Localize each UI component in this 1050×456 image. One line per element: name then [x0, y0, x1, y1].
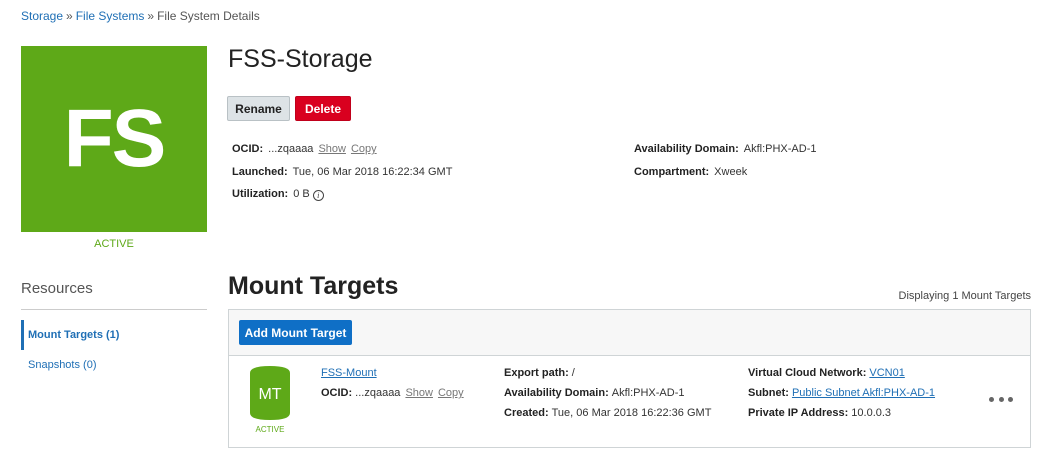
mount-target-ocid-value: ...zqaaaa [355, 387, 401, 399]
ocid-row: OCID: ...zqaaaa Show Copy [232, 143, 377, 155]
compartment-label: Compartment: [634, 166, 710, 178]
mount-targets-table: Add Mount Target MT ACTIVE FSS-Mount OCI… [228, 309, 1031, 448]
mount-target-ocid-show-link[interactable]: Show [405, 387, 433, 399]
availability-domain-row: Availability Domain: Akfl:PHX-AD-1 [634, 143, 816, 155]
private-ip-label: Private IP Address: [748, 407, 849, 419]
rename-button[interactable]: Rename [227, 96, 290, 121]
mount-target-name-cell: FSS-Mount [321, 367, 377, 379]
mount-target-name-link[interactable]: FSS-Mount [321, 367, 377, 379]
ocid-copy-link[interactable]: Copy [351, 143, 377, 155]
vcn-link[interactable]: VCN01 [869, 367, 904, 379]
availability-domain-value: Akfl:PHX-AD-1 [743, 143, 817, 155]
breadcrumb: Storage» File Systems» File System Details [21, 9, 260, 23]
mount-target-icon-text: MT [258, 386, 281, 403]
mount-target-ocid-copy-link[interactable]: Copy [438, 387, 464, 399]
mount-target-availability-domain-label: Availability Domain: [504, 387, 609, 399]
mount-target-status-badge: ACTIVE [255, 425, 285, 434]
availability-domain-label: Availability Domain: [634, 143, 739, 155]
ocid-show-link[interactable]: Show [318, 143, 346, 155]
private-ip-value: 10.0.0.3 [851, 407, 892, 419]
more-actions-icon[interactable] [989, 392, 1013, 406]
breadcrumb-file-systems-link[interactable]: File Systems [76, 9, 145, 23]
vcn-label: Virtual Cloud Network: [748, 367, 867, 379]
export-path-value: / [571, 367, 575, 379]
mount-targets-toolbar: Add Mount Target [229, 310, 1030, 356]
launched-row: Launched: Tue, 06 Mar 2018 16:22:34 GMT [232, 166, 452, 178]
launched-label: Launched: [232, 166, 288, 178]
mount-target-ocid-label: OCID: [321, 387, 353, 399]
subnet-link[interactable]: Public Subnet Akfl:PHX-AD-1 [792, 387, 935, 399]
utilization-label: Utilization: [232, 188, 289, 200]
export-path-cell: Export path: / [504, 367, 575, 379]
mount-target-created-value: Tue, 06 Mar 2018 16:22:36 GMT [551, 407, 712, 419]
page-title: FSS-Storage [228, 45, 373, 73]
launched-value: Tue, 06 Mar 2018 16:22:34 GMT [292, 166, 453, 178]
file-system-icon: FS [21, 46, 207, 232]
mount-target-ocid-cell: OCID: ...zqaaaa Show Copy [321, 387, 464, 399]
mount-target-availability-domain-cell: Availability Domain: Akfl:PHX-AD-1 [504, 387, 684, 399]
breadcrumb-separator: » [66, 9, 73, 23]
mount-target-icon: MT [250, 366, 290, 420]
file-system-icon-text: FS [63, 93, 167, 184]
utilization-value: 0 B [293, 188, 310, 200]
file-system-status-badge: ACTIVE [94, 238, 134, 250]
mount-target-created-label: Created: [504, 407, 549, 419]
info-icon[interactable]: i [312, 190, 324, 201]
mount-targets-count: Displaying 1 Mount Targets [898, 290, 1031, 302]
breadcrumb-storage-link[interactable]: Storage [21, 9, 63, 23]
sidebar-item-mount-targets[interactable]: Mount Targets (1) [21, 320, 207, 350]
utilization-row: Utilization: 0 Bi [232, 188, 324, 201]
export-path-label: Export path: [504, 367, 569, 379]
vcn-cell: Virtual Cloud Network: VCN01 [748, 367, 905, 379]
private-ip-cell: Private IP Address: 10.0.0.3 [748, 407, 891, 419]
mount-target-availability-domain-value: Akfl:PHX-AD-1 [611, 387, 685, 399]
mount-target-created-cell: Created: Tue, 06 Mar 2018 16:22:36 GMT [504, 407, 711, 419]
ocid-label: OCID: [232, 143, 264, 155]
delete-button[interactable]: Delete [295, 96, 351, 121]
ocid-value: ...zqaaaa [268, 143, 314, 155]
divider [21, 309, 207, 310]
breadcrumb-current: File System Details [157, 9, 260, 23]
add-mount-target-button[interactable]: Add Mount Target [239, 320, 352, 345]
subnet-cell: Subnet: Public Subnet Akfl:PHX-AD-1 [748, 387, 935, 399]
mount-targets-heading: Mount Targets [228, 272, 399, 300]
resources-heading: Resources [21, 280, 93, 297]
subnet-label: Subnet: [748, 387, 789, 399]
compartment-row: Compartment: Xweek [634, 166, 747, 178]
sidebar-item-snapshots[interactable]: Snapshots (0) [21, 350, 207, 380]
compartment-value: Xweek [714, 166, 748, 178]
breadcrumb-separator: » [147, 9, 155, 23]
